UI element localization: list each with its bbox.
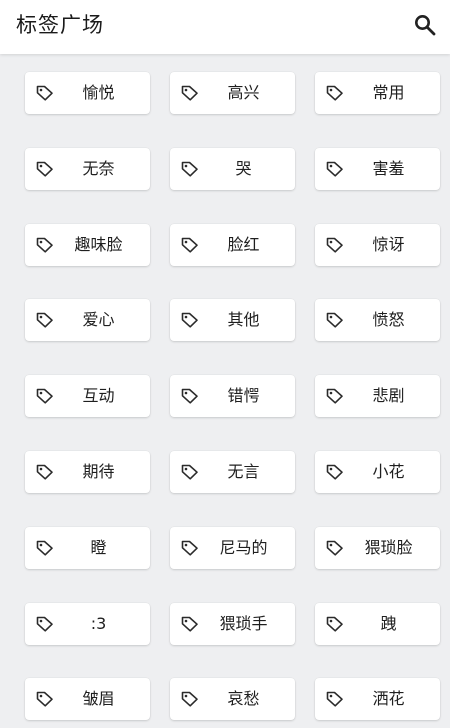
tag-icon bbox=[36, 313, 53, 328]
tag-icon bbox=[181, 540, 198, 556]
tag-icon bbox=[326, 313, 343, 328]
tag-chip[interactable]: 错愕 bbox=[170, 375, 295, 418]
tag-chip[interactable]: 无言 bbox=[170, 451, 295, 493]
tag-icon bbox=[36, 237, 53, 253]
tag-chip[interactable]: 常用 bbox=[315, 72, 440, 114]
tag-chip[interactable]: :3 bbox=[25, 602, 150, 645]
tag-chip[interactable]: 愉悦 bbox=[25, 72, 150, 114]
tag-icon bbox=[36, 540, 53, 556]
tag-label: 猥琐脸 bbox=[364, 537, 413, 557]
tag-label: 无奈 bbox=[82, 158, 115, 178]
tag-label: 无言 bbox=[227, 462, 260, 481]
tag-label: 其他 bbox=[227, 310, 260, 330]
tag-grid: 愉悦 高兴 常用无奈 哭 害羞趣味脸 脸红 惊讶爱心 其他 愤怒互动 错愕 悲剧期待 无言 小花瞪 尼马的… bbox=[0, 54, 450, 728]
tag-icon bbox=[181, 85, 198, 101]
tag-label: 害羞 bbox=[372, 158, 405, 178]
tag-chip[interactable]: 愤怒 bbox=[315, 299, 440, 342]
tag-label: 互动 bbox=[82, 386, 115, 406]
tag-chip[interactable]: 瞪 bbox=[25, 526, 150, 569]
tag-label: 愉悦 bbox=[82, 83, 115, 102]
tag-label: 高兴 bbox=[227, 83, 260, 102]
tag-chip[interactable]: 小花 bbox=[315, 451, 440, 493]
tag-label: 爱心 bbox=[82, 310, 115, 330]
tag-label: 跩 bbox=[380, 613, 397, 633]
tag-label: 哀愁 bbox=[227, 689, 260, 709]
tag-chip[interactable]: 害羞 bbox=[315, 147, 440, 190]
tag-icon bbox=[181, 237, 198, 253]
tag-icon bbox=[326, 540, 343, 556]
tag-label: 脸红 bbox=[227, 234, 260, 254]
tag-chip[interactable]: 悲剧 bbox=[315, 375, 440, 418]
tag-chip[interactable]: 猥琐手 bbox=[170, 602, 295, 645]
app-bar: 标签广场 bbox=[0, 0, 450, 54]
tag-icon bbox=[181, 388, 198, 404]
tag-label: 小花 bbox=[372, 462, 405, 481]
tag-label: 错愕 bbox=[227, 386, 260, 406]
tag-chip[interactable]: 洒花 bbox=[315, 678, 440, 721]
tag-label: 惊讶 bbox=[372, 234, 405, 254]
tag-label: 洒花 bbox=[372, 689, 405, 709]
tag-chip[interactable]: 皱眉 bbox=[25, 678, 150, 721]
tag-icon bbox=[326, 237, 343, 253]
tag-chip[interactable]: 互动 bbox=[25, 375, 150, 418]
tag-label: 哭 bbox=[235, 158, 252, 178]
tag-label: 趣味脸 bbox=[74, 234, 123, 254]
tag-icon bbox=[326, 692, 343, 707]
tag-icon bbox=[326, 161, 343, 177]
search-icon bbox=[415, 15, 436, 36]
tag-icon bbox=[181, 313, 198, 328]
search-button[interactable] bbox=[408, 8, 442, 42]
page-title: 标签广场 bbox=[16, 13, 104, 37]
tag-label: 愤怒 bbox=[372, 310, 405, 330]
tag-chip[interactable]: 猥琐脸 bbox=[315, 526, 440, 569]
tag-icon bbox=[181, 692, 198, 707]
tag-chip[interactable]: 脸红 bbox=[170, 223, 295, 266]
tag-chip[interactable]: 期待 bbox=[25, 451, 150, 493]
tag-chip[interactable]: 跩 bbox=[315, 602, 440, 645]
tag-chip[interactable]: 哀愁 bbox=[170, 678, 295, 721]
tag-icon bbox=[326, 464, 343, 480]
tag-label: 期待 bbox=[82, 462, 115, 481]
tag-label: 瞪 bbox=[90, 537, 107, 557]
tag-chip[interactable]: 无奈 bbox=[25, 147, 150, 190]
tag-label: :3 bbox=[90, 613, 107, 633]
tag-icon bbox=[36, 464, 53, 480]
tag-chip[interactable]: 趣味脸 bbox=[25, 223, 150, 266]
tag-icon bbox=[36, 388, 53, 404]
tag-icon bbox=[36, 616, 53, 632]
tag-icon bbox=[36, 85, 53, 101]
tag-icon bbox=[181, 161, 198, 177]
tag-icon bbox=[181, 616, 198, 632]
tag-label: 尼马的 bbox=[219, 537, 268, 557]
tag-label: 猥琐手 bbox=[219, 613, 268, 633]
tag-label: 皱眉 bbox=[82, 689, 115, 709]
tag-chip[interactable]: 其他 bbox=[170, 299, 295, 342]
tag-chip[interactable]: 高兴 bbox=[170, 72, 295, 114]
tag-chip[interactable]: 爱心 bbox=[25, 299, 150, 342]
tag-chip[interactable]: 尼马的 bbox=[170, 526, 295, 569]
tag-label: 悲剧 bbox=[372, 386, 405, 406]
tag-icon bbox=[36, 692, 53, 707]
tag-icon bbox=[326, 85, 343, 101]
tag-icon bbox=[326, 388, 343, 404]
tag-label: 常用 bbox=[372, 83, 405, 102]
tag-icon bbox=[36, 161, 53, 177]
tag-chip[interactable]: 惊讶 bbox=[315, 223, 440, 266]
tag-chip[interactable]: 哭 bbox=[170, 147, 295, 190]
tag-icon bbox=[326, 616, 343, 632]
tag-icon bbox=[181, 464, 198, 480]
